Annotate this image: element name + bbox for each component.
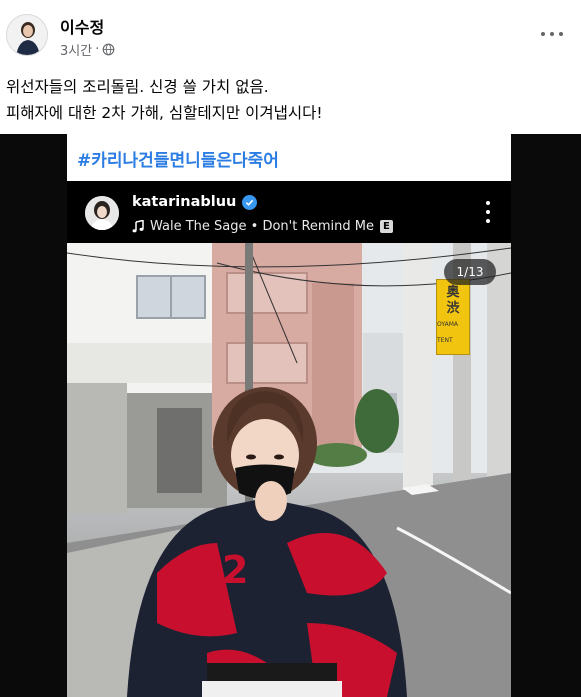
author-name[interactable]: 이수정 (60, 14, 104, 38)
post-meta: 3시간 · (60, 40, 115, 59)
globe-icon (102, 43, 115, 56)
sign-char: 奥 (446, 285, 460, 300)
instagram-post-header: katarinabluu Wale The Sage • Don't Remin… (67, 181, 511, 243)
instagram-username-row: katarinabluu (132, 194, 258, 210)
post-text: 위선자들의 조리돌림. 신경 쓸 가치 없음. 피해자에 대한 2차 가해, 심… (6, 74, 323, 126)
photo-counter: 1/13 (444, 259, 496, 285)
hashtag-link[interactable]: #카리나건들면니들은다죽어 (67, 134, 511, 181)
music-note-icon (132, 220, 144, 233)
author-avatar[interactable] (6, 14, 48, 56)
instagram-music-row[interactable]: Wale The Sage • Don't Remind Me E (132, 219, 393, 234)
post-header: 이수정 3시간 · (0, 0, 581, 66)
street-sign: 奥 渋 OYAMA TENT (436, 279, 470, 355)
sign-char: 渋 (446, 301, 460, 316)
explicit-badge: E (380, 220, 393, 233)
verified-badge-icon (242, 194, 258, 210)
instagram-username[interactable]: katarinabluu (132, 194, 236, 210)
music-track: Wale The Sage • Don't Remind Me (150, 219, 375, 234)
post-photo[interactable]: 2 奥 渋 OYAMA TENT 1/13 (67, 243, 511, 697)
post-time[interactable]: 3시간 (60, 40, 92, 59)
instagram-avatar[interactable] (85, 196, 119, 230)
post-more-options-icon[interactable] (537, 24, 567, 44)
post-media[interactable]: #카리나건들면니들은다죽어 katarinabluu Wale The Sage… (0, 134, 581, 697)
svg-text:2: 2 (222, 548, 248, 592)
instagram-more-options-icon[interactable] (485, 201, 491, 223)
post-text-line: 피해자에 대한 2차 가해, 심할테지만 이겨냅시다! (6, 104, 323, 122)
post-text-line: 위선자들의 조리돌림. 신경 쓸 가치 없음. (6, 78, 269, 96)
sign-small-text: OYAMA TENT (437, 321, 458, 344)
